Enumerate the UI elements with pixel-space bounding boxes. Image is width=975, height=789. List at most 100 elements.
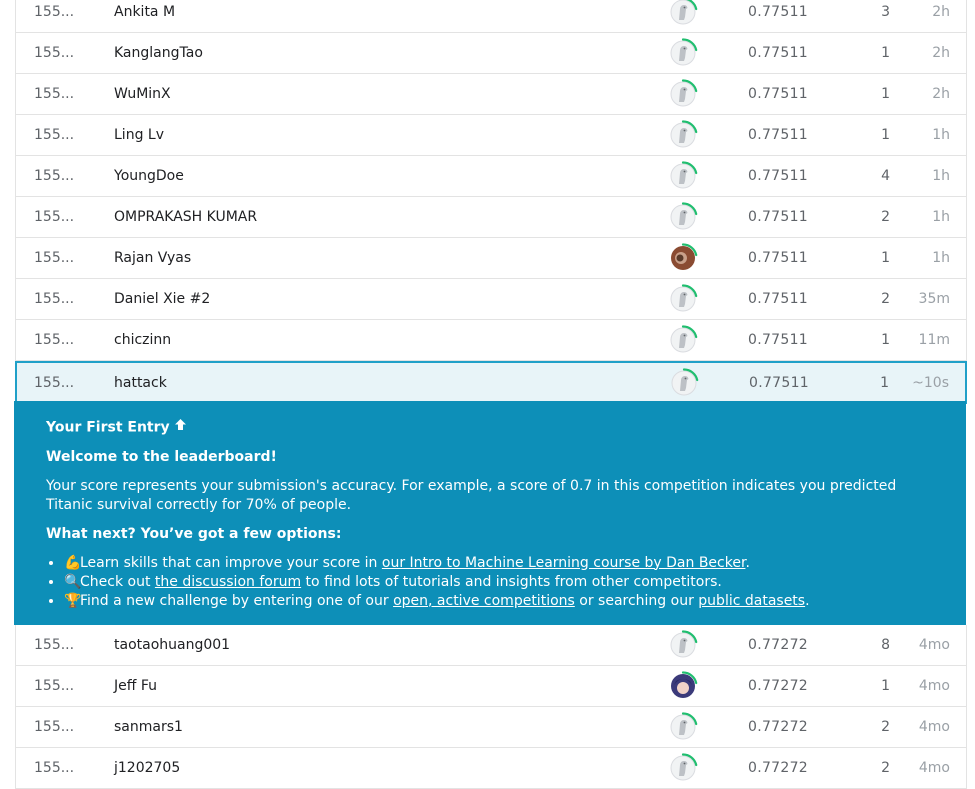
rank: 155... [34,375,75,391]
leaderboard-bottom: 155... taotaohuang001 0.77272 8 4mo 155... Jef… [15,625,967,789]
leaderboard-row[interactable]: 155... taotaohuang001 0.77272 8 4mo [16,625,966,666]
leaderboard-row[interactable]: 155... YoungDoe 0.77511 4 1h [16,156,966,197]
score: 0.77272 [748,719,808,735]
leaderboard-row[interactable]: 155... Daniel Xie #2 0.77511 2 35m [16,279,966,320]
entries-count: 8 [881,637,890,653]
score: 0.77511 [748,168,808,184]
avatar[interactable] [668,0,698,27]
entries-count: 1 [881,86,890,102]
team-name[interactable]: Ling Lv [114,127,164,143]
rank: 155... [34,168,75,184]
score: 0.77511 [748,209,808,225]
avatar[interactable] [668,630,698,660]
last-submission: 2h [932,45,950,61]
team-name[interactable]: Ankita M [114,4,175,20]
entries-count: 2 [881,209,890,225]
team-name[interactable]: Daniel Xie #2 [114,291,210,307]
score: 0.77511 [748,127,808,143]
avatar[interactable] [668,284,698,314]
option-text: Find a new challenge by entering one of … [80,592,394,609]
avatar[interactable] [668,120,698,150]
muscle-icon: 💪 [64,554,82,571]
team-name[interactable]: chiczinn [114,332,171,348]
score: 0.77272 [748,760,808,776]
avatar[interactable] [668,753,698,783]
forum-link[interactable]: the discussion forum [155,574,301,590]
entries-count: 1 [881,127,890,143]
avatar[interactable] [668,325,698,355]
team-name[interactable]: sanmars1 [114,719,183,735]
team-name[interactable]: YoungDoe [114,168,184,184]
team-name[interactable]: OMPRAKASH KUMAR [114,209,257,225]
avatar[interactable] [668,79,698,109]
avatar[interactable] [669,368,699,398]
entries-count: 1 [881,678,890,694]
leaderboard-row[interactable]: 155... chiczinn 0.77511 1 11m [16,320,966,361]
team-name[interactable]: taotaohuang001 [114,637,230,653]
panel-heading: Your First Entry [46,418,934,438]
leaderboard-row[interactable]: 155... Rajan Vyas 0.77511 1 1h [16,238,966,279]
my-leaderboard-row[interactable]: 155... hattack 0.77511 1 ~10s [15,361,967,404]
last-submission: 4mo [918,760,950,776]
avatar[interactable] [668,38,698,68]
entries-count: 3 [881,4,890,20]
competitions-link[interactable]: open, active competitions [393,593,575,609]
option-text: or searching our [574,592,699,609]
team-name[interactable]: KanglangTao [114,45,203,61]
leaderboard-row[interactable]: 155... j1202705 0.77272 2 4mo [16,748,966,789]
score: 0.77511 [748,86,808,102]
leaderboard-row[interactable]: 155... KanglangTao 0.77511 1 2h [16,33,966,74]
last-submission: 1h [932,209,950,225]
last-submission: 4mo [918,678,950,694]
team-name[interactable]: Jeff Fu [114,678,157,694]
last-submission: 11m [918,332,950,348]
rank: 155... [34,760,75,776]
entries-count: 2 [881,719,890,735]
welcome-text: Welcome to the leaderboard! [46,448,277,465]
trophy-icon: 🏆 [64,592,82,609]
leaderboard-row[interactable]: 155... Ankita M 0.77511 3 2h [16,0,966,33]
arrow-up-icon [174,418,187,437]
score: 0.77272 [748,678,808,694]
panel-heading-text: Your First Entry [46,419,170,436]
leaderboard-row[interactable]: 155... OMPRAKASH KUMAR 0.77511 2 1h [16,197,966,238]
team-name[interactable]: WuMinX [114,86,171,102]
first-entry-panel: Your First Entry Welcome to the leaderbo… [14,401,966,625]
rank: 155... [34,127,75,143]
rank: 155... [34,291,75,307]
avatar[interactable] [668,712,698,742]
options-list: 💪Learn skills that can improve your scor… [46,554,934,611]
last-submission: 1h [932,168,950,184]
team-name[interactable]: j1202705 [114,760,180,776]
option-text: . [805,592,810,609]
score: 0.77511 [748,250,808,266]
avatar[interactable] [668,671,698,701]
rank: 155... [34,86,75,102]
score: 0.77272 [748,637,808,653]
leaderboard-row[interactable]: 155... Jeff Fu 0.77272 1 4mo [16,666,966,707]
avatar[interactable] [668,202,698,232]
score: 0.77511 [748,45,808,61]
entries-count: 2 [881,291,890,307]
rank: 155... [34,4,75,20]
last-submission: 35m [918,291,950,307]
entries-count: 1 [881,45,890,61]
team-name[interactable]: Rajan Vyas [114,250,191,266]
leaderboard-row[interactable]: 155... WuMinX 0.77511 1 2h [16,74,966,115]
option-learn: 💪Learn skills that can improve your scor… [64,554,934,573]
last-submission: 1h [932,127,950,143]
entries-count: 1 [880,375,889,391]
course-link[interactable]: our Intro to Machine Learning course by … [382,555,746,571]
rank: 155... [34,637,75,653]
avatar[interactable] [668,161,698,191]
leaderboard-top: 155... Ankita M 0.77511 3 2h 155... KanglangTa… [15,0,967,404]
team-name[interactable]: hattack [114,375,167,391]
next-options-text: What next? You’ve got a few options: [46,525,342,542]
rank: 155... [34,250,75,266]
score: 0.77511 [748,4,808,20]
datasets-link[interactable]: public datasets [698,593,805,609]
leaderboard-row[interactable]: 155... Ling Lv 0.77511 1 1h [16,115,966,156]
avatar[interactable] [668,243,698,273]
rank: 155... [34,719,75,735]
leaderboard-row[interactable]: 155... sanmars1 0.77272 2 4mo [16,707,966,748]
